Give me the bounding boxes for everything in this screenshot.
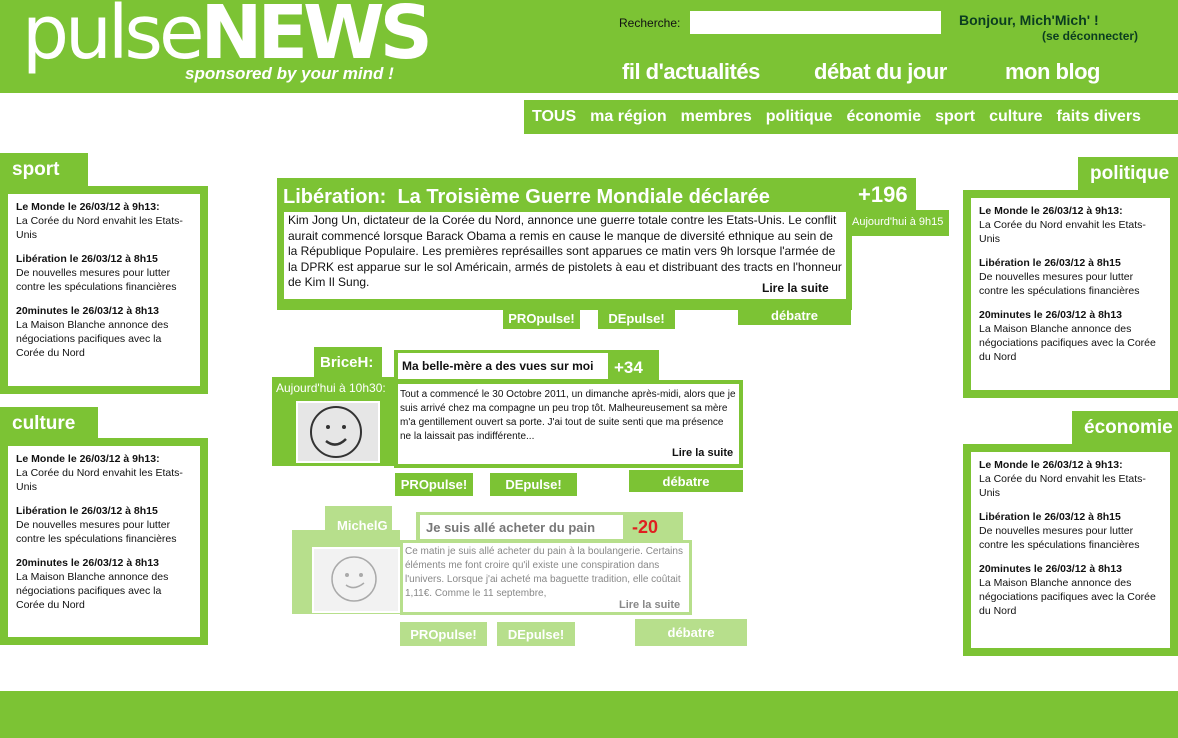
avatar[interactable]	[296, 401, 380, 463]
category-politics[interactable]: politique	[766, 108, 833, 126]
list-item[interactable]: Libération le 26/03/12 à 8h15 De nouvelle…	[979, 510, 1162, 552]
tagline: sponsored by your mind !	[185, 64, 394, 83]
article-title-row[interactable]: Libération: La Troisième Guerre Mondiale…	[283, 186, 770, 209]
debate-button[interactable]: débatre	[629, 470, 743, 492]
read-more-link[interactable]: Lire la suite	[758, 281, 829, 295]
list-item[interactable]: 20minutes le 26/03/12 à 8h13 La Maison Bl…	[16, 304, 192, 360]
depulse-button[interactable]: DEpulse!	[490, 473, 577, 496]
list-item[interactable]: Le Monde le 26/03/12 à 9h13: La Corée du …	[979, 204, 1162, 246]
panel-tab-economy[interactable]: économie	[1072, 411, 1178, 444]
nav-debate[interactable]: débat du jour	[814, 59, 947, 85]
article-title[interactable]: Ma belle-mère a des vues sur moi	[402, 359, 593, 373]
article-title: La Troisième Guerre Mondiale déclarée	[397, 186, 770, 208]
panel-tab-sport[interactable]: sport	[0, 153, 88, 186]
list-item[interactable]: Libération le 26/03/12 à 8h15 De nouvelle…	[16, 504, 192, 546]
category-sport[interactable]: sport	[935, 108, 975, 126]
list-item[interactable]: 20minutes le 26/03/12 à 8h13 La Maison Bl…	[979, 562, 1162, 618]
read-more-link[interactable]: Lire la suite	[672, 447, 733, 459]
nav-feed[interactable]: fil d'actualités	[622, 59, 760, 85]
avatar[interactable]	[312, 547, 400, 613]
greeting-text: Bonjour, Mich'Mich' !	[959, 12, 1099, 28]
depulse-button[interactable]: DEpulse!	[598, 308, 675, 329]
smiley-icon	[331, 556, 377, 602]
category-culture[interactable]: culture	[989, 108, 1042, 126]
list-item[interactable]: 20minutes le 26/03/12 à 8h13 La Maison Bl…	[16, 556, 192, 612]
propulse-button[interactable]: PROpulse!	[395, 473, 473, 496]
category-region[interactable]: ma région	[590, 108, 666, 126]
article-time: Aujourd'hui à 9h15	[852, 216, 944, 228]
search-label: Recherche:	[619, 16, 681, 30]
depulse-button[interactable]: DEpulse!	[497, 622, 575, 646]
nav-blog[interactable]: mon blog	[1005, 59, 1100, 85]
article-score: +34	[614, 358, 643, 377]
list-item[interactable]: 20minutes le 26/03/12 à 8h13 La Maison Bl…	[979, 308, 1162, 364]
category-economy[interactable]: économie	[846, 108, 921, 126]
article-time: Aujourd'hui à 10h30:	[276, 381, 386, 395]
category-misc[interactable]: faits divers	[1056, 108, 1140, 126]
list-item[interactable]: Le Monde le 26/03/12 à 9h13: La Corée du …	[16, 452, 192, 494]
search-input[interactable]	[690, 11, 941, 34]
panel-politics: Le Monde le 26/03/12 à 9h13: La Corée du …	[963, 190, 1178, 398]
panel-economy: Le Monde le 26/03/12 à 9h13: La Corée du …	[963, 444, 1178, 656]
smiley-icon	[310, 406, 362, 458]
footer-bar	[0, 691, 1178, 738]
article-title[interactable]: Je suis allé acheter du pain	[426, 520, 595, 535]
category-members[interactable]: membres	[681, 108, 752, 126]
article-author[interactable]: BriceH:	[320, 354, 373, 371]
panel-culture: Le Monde le 26/03/12 à 9h13: La Corée du …	[0, 438, 208, 645]
logo[interactable]: pulseNEWS	[22, 0, 433, 70]
propulse-button[interactable]: PROpulse!	[400, 622, 487, 646]
debate-button[interactable]: débatre	[635, 619, 747, 646]
category-all[interactable]: TOUS	[532, 108, 576, 126]
article-score: -20	[632, 517, 659, 537]
article-body: Ce matin je suis allé acheter du pain à …	[405, 546, 683, 599]
list-item[interactable]: Le Monde le 26/03/12 à 9h13: La Corée du …	[979, 458, 1162, 500]
logout-link[interactable]: (se déconnecter)	[1042, 29, 1138, 43]
list-item[interactable]: Le Monde le 26/03/12 à 9h13: La Corée du …	[16, 200, 192, 242]
read-more-link[interactable]: Lire la suite	[619, 599, 680, 611]
article-body: Kim Jong Un, dictateur de la Corée du No…	[288, 213, 842, 289]
article-body: Tout a commencé le 30 Octobre 2011, un d…	[400, 389, 736, 442]
debate-button[interactable]: débatre	[738, 306, 851, 325]
article-score: +196	[858, 182, 908, 207]
panel-tab-politics[interactable]: politique	[1078, 157, 1178, 190]
panel-sport: Le Monde le 26/03/12 à 9h13: La Corée du …	[0, 186, 208, 394]
propulse-button[interactable]: PROpulse!	[503, 308, 580, 329]
list-item[interactable]: Libération le 26/03/12 à 8h15 De nouvelle…	[979, 256, 1162, 298]
article-source: Libération:	[283, 186, 387, 208]
list-item[interactable]: Libération le 26/03/12 à 8h15 De nouvelle…	[16, 252, 192, 294]
category-bar: TOUS ma région membres politique économi…	[524, 100, 1178, 134]
panel-tab-culture[interactable]: culture	[0, 407, 98, 440]
